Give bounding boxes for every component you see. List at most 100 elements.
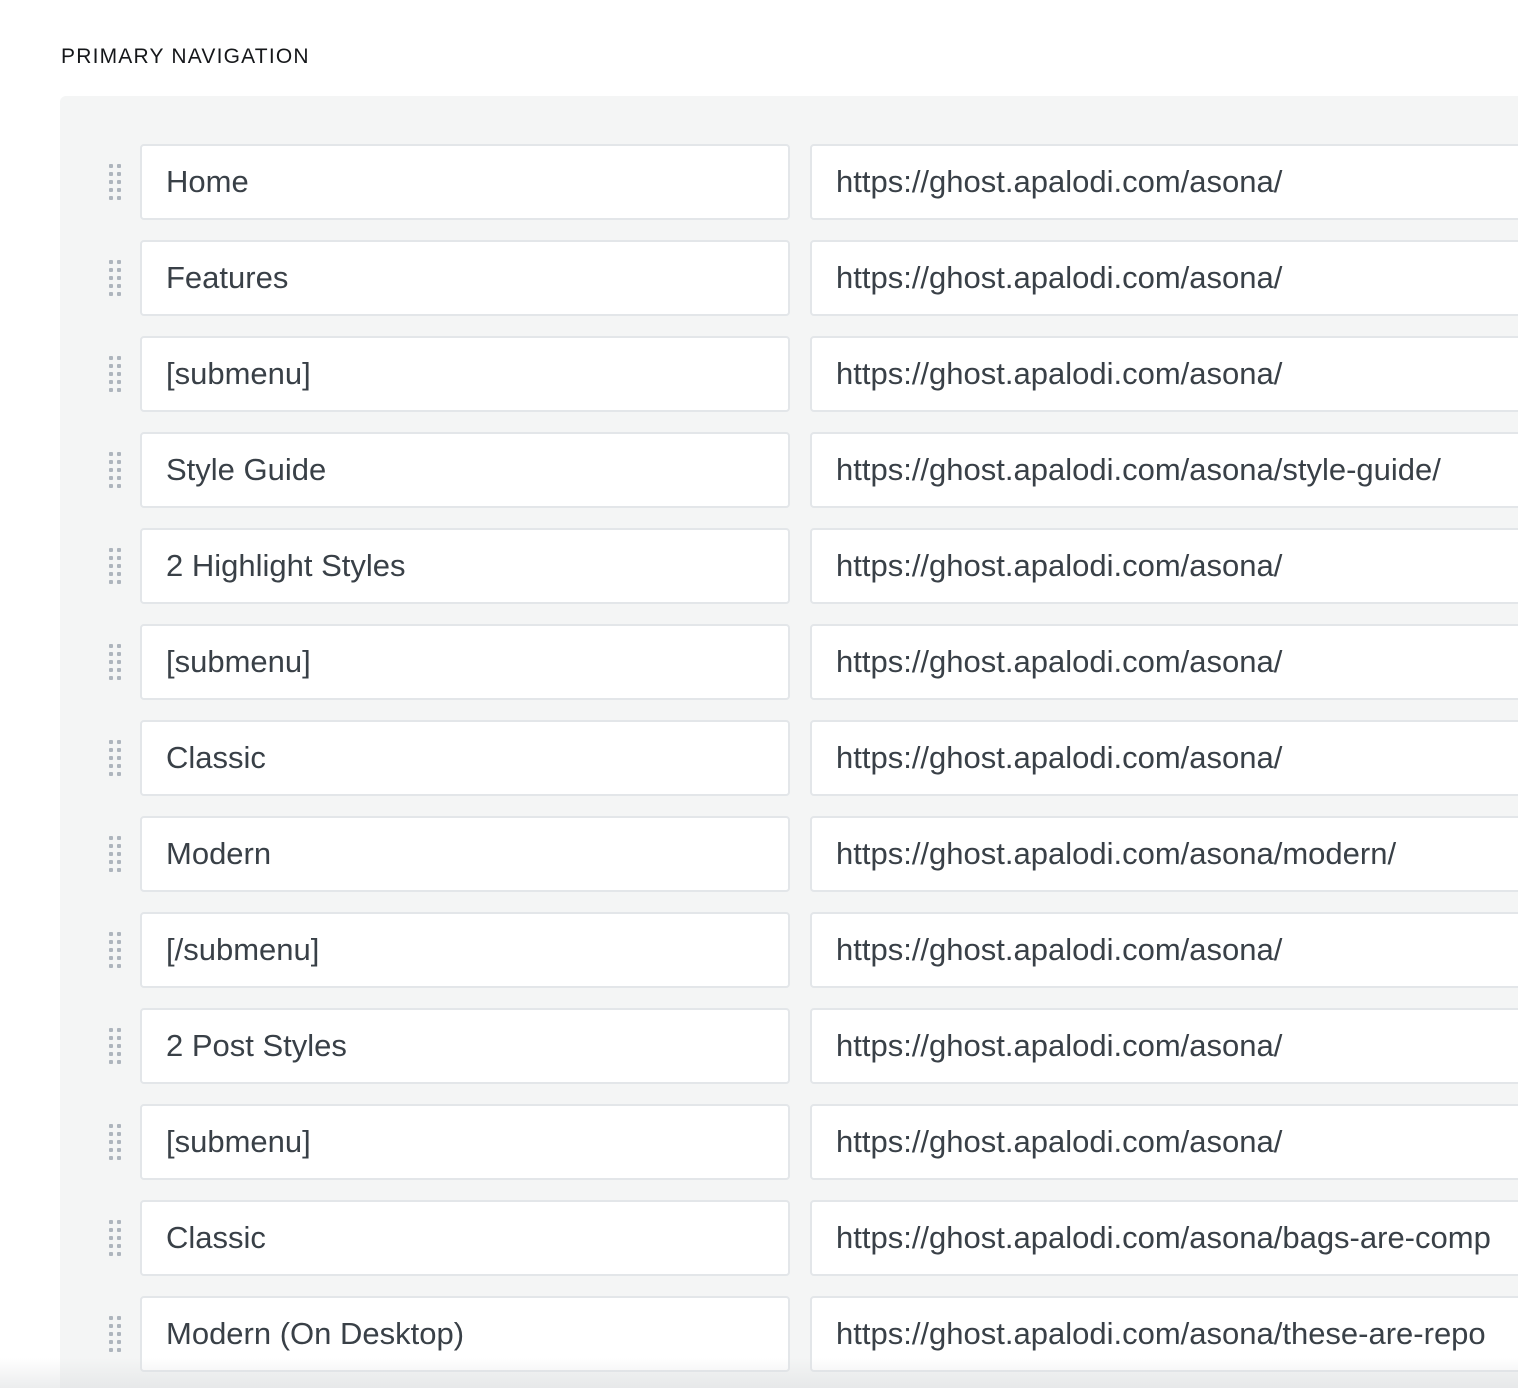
drag-handle-dot [109, 764, 113, 768]
drag-handle-dot [117, 1124, 121, 1128]
drag-handle-dot [117, 372, 121, 376]
nav-url-input[interactable] [810, 1200, 1518, 1276]
drag-handle-dot [117, 548, 121, 552]
drag-handle-dot [109, 652, 113, 656]
drag-handle-icon[interactable] [107, 356, 125, 392]
nav-url-input[interactable] [810, 144, 1518, 220]
drag-handle-dot [109, 932, 113, 936]
nav-item-row [60, 528, 1518, 604]
nav-url-input[interactable] [810, 816, 1518, 892]
drag-handle-dot [109, 364, 113, 368]
drag-handle-dot [109, 1332, 113, 1336]
drag-handle-dot [109, 572, 113, 576]
nav-label-input[interactable] [140, 1104, 790, 1180]
nav-item-row [60, 1104, 1518, 1180]
drag-handle-dot [117, 556, 121, 560]
drag-handle-dot [117, 460, 121, 464]
drag-handle-dot [117, 1316, 121, 1320]
nav-item-row [60, 144, 1518, 220]
drag-handle-dot [117, 484, 121, 488]
nav-label-input[interactable] [140, 624, 790, 700]
drag-handle-dot [117, 1132, 121, 1136]
drag-handle-dot [109, 580, 113, 584]
drag-handle-dot [109, 644, 113, 648]
drag-handle-icon[interactable] [107, 452, 125, 488]
drag-handle-icon[interactable] [107, 740, 125, 776]
drag-handle-dot [117, 660, 121, 664]
drag-handle-dot [109, 1124, 113, 1128]
nav-label-input[interactable] [140, 144, 790, 220]
nav-label-input[interactable] [140, 912, 790, 988]
nav-label-input[interactable] [140, 1200, 790, 1276]
drag-handle-dot [109, 292, 113, 296]
drag-handle-dot [117, 964, 121, 968]
nav-url-input[interactable] [810, 1008, 1518, 1084]
nav-url-input[interactable] [810, 1104, 1518, 1180]
drag-handle-dot [109, 276, 113, 280]
drag-handle-dot [109, 660, 113, 664]
drag-handle-dot [109, 860, 113, 864]
drag-handle-dot [117, 1228, 121, 1232]
drag-handle-dot [117, 644, 121, 648]
drag-handle-icon[interactable] [107, 644, 125, 680]
drag-handle-dot [109, 284, 113, 288]
drag-handle-dot [109, 956, 113, 960]
nav-label-input[interactable] [140, 720, 790, 796]
drag-handle-icon[interactable] [107, 1316, 125, 1352]
drag-handle-dot [109, 1316, 113, 1320]
nav-label-input[interactable] [140, 1008, 790, 1084]
drag-handle-dot [109, 1340, 113, 1344]
drag-handle-dot [109, 676, 113, 680]
drag-handle-dot [117, 476, 121, 480]
drag-handle-dot [109, 1148, 113, 1152]
drag-handle-dot [117, 276, 121, 280]
drag-handle-icon[interactable] [107, 1220, 125, 1256]
drag-handle-dot [117, 1060, 121, 1064]
nav-label-input[interactable] [140, 1296, 790, 1372]
drag-handle-dot [117, 172, 121, 176]
drag-handle-dot [117, 772, 121, 776]
drag-handle-icon[interactable] [107, 164, 125, 200]
nav-url-input[interactable] [810, 720, 1518, 796]
drag-handle-icon[interactable] [107, 1124, 125, 1160]
nav-item-row [60, 1200, 1518, 1276]
nav-item-row [60, 336, 1518, 412]
nav-label-input[interactable] [140, 432, 790, 508]
drag-handle-dot [117, 676, 121, 680]
nav-label-input[interactable] [140, 816, 790, 892]
drag-handle-icon[interactable] [107, 260, 125, 296]
nav-label-input[interactable] [140, 528, 790, 604]
drag-handle-icon[interactable] [107, 932, 125, 968]
drag-handle-dot [117, 1044, 121, 1048]
nav-url-input[interactable] [810, 432, 1518, 508]
section-title: PRIMARY NAVIGATION [61, 45, 310, 68]
drag-handle-icon[interactable] [107, 836, 125, 872]
nav-url-input[interactable] [810, 912, 1518, 988]
nav-url-input[interactable] [810, 528, 1518, 604]
nav-url-input[interactable] [810, 240, 1518, 316]
drag-handle-dot [117, 188, 121, 192]
drag-handle-icon[interactable] [107, 548, 125, 584]
drag-handle-dot [117, 1156, 121, 1160]
drag-handle-dot [117, 380, 121, 384]
nav-url-input[interactable] [810, 624, 1518, 700]
drag-handle-dot [117, 748, 121, 752]
drag-handle-dot [117, 668, 121, 672]
nav-url-input[interactable] [810, 1296, 1518, 1372]
nav-label-input[interactable] [140, 240, 790, 316]
nav-label-input[interactable] [140, 336, 790, 412]
drag-handle-dot [117, 268, 121, 272]
drag-handle-dot [117, 940, 121, 944]
drag-handle-dot [109, 940, 113, 944]
drag-handle-dot [117, 180, 121, 184]
drag-handle-dot [109, 460, 113, 464]
drag-handle-dot [117, 1036, 121, 1040]
drag-handle-dot [109, 772, 113, 776]
drag-handle-dot [117, 284, 121, 288]
drag-handle-dot [109, 964, 113, 968]
nav-item-row [60, 720, 1518, 796]
drag-handle-dot [117, 580, 121, 584]
drag-handle-icon[interactable] [107, 1028, 125, 1064]
nav-url-input[interactable] [810, 336, 1518, 412]
drag-handle-dot [117, 196, 121, 200]
